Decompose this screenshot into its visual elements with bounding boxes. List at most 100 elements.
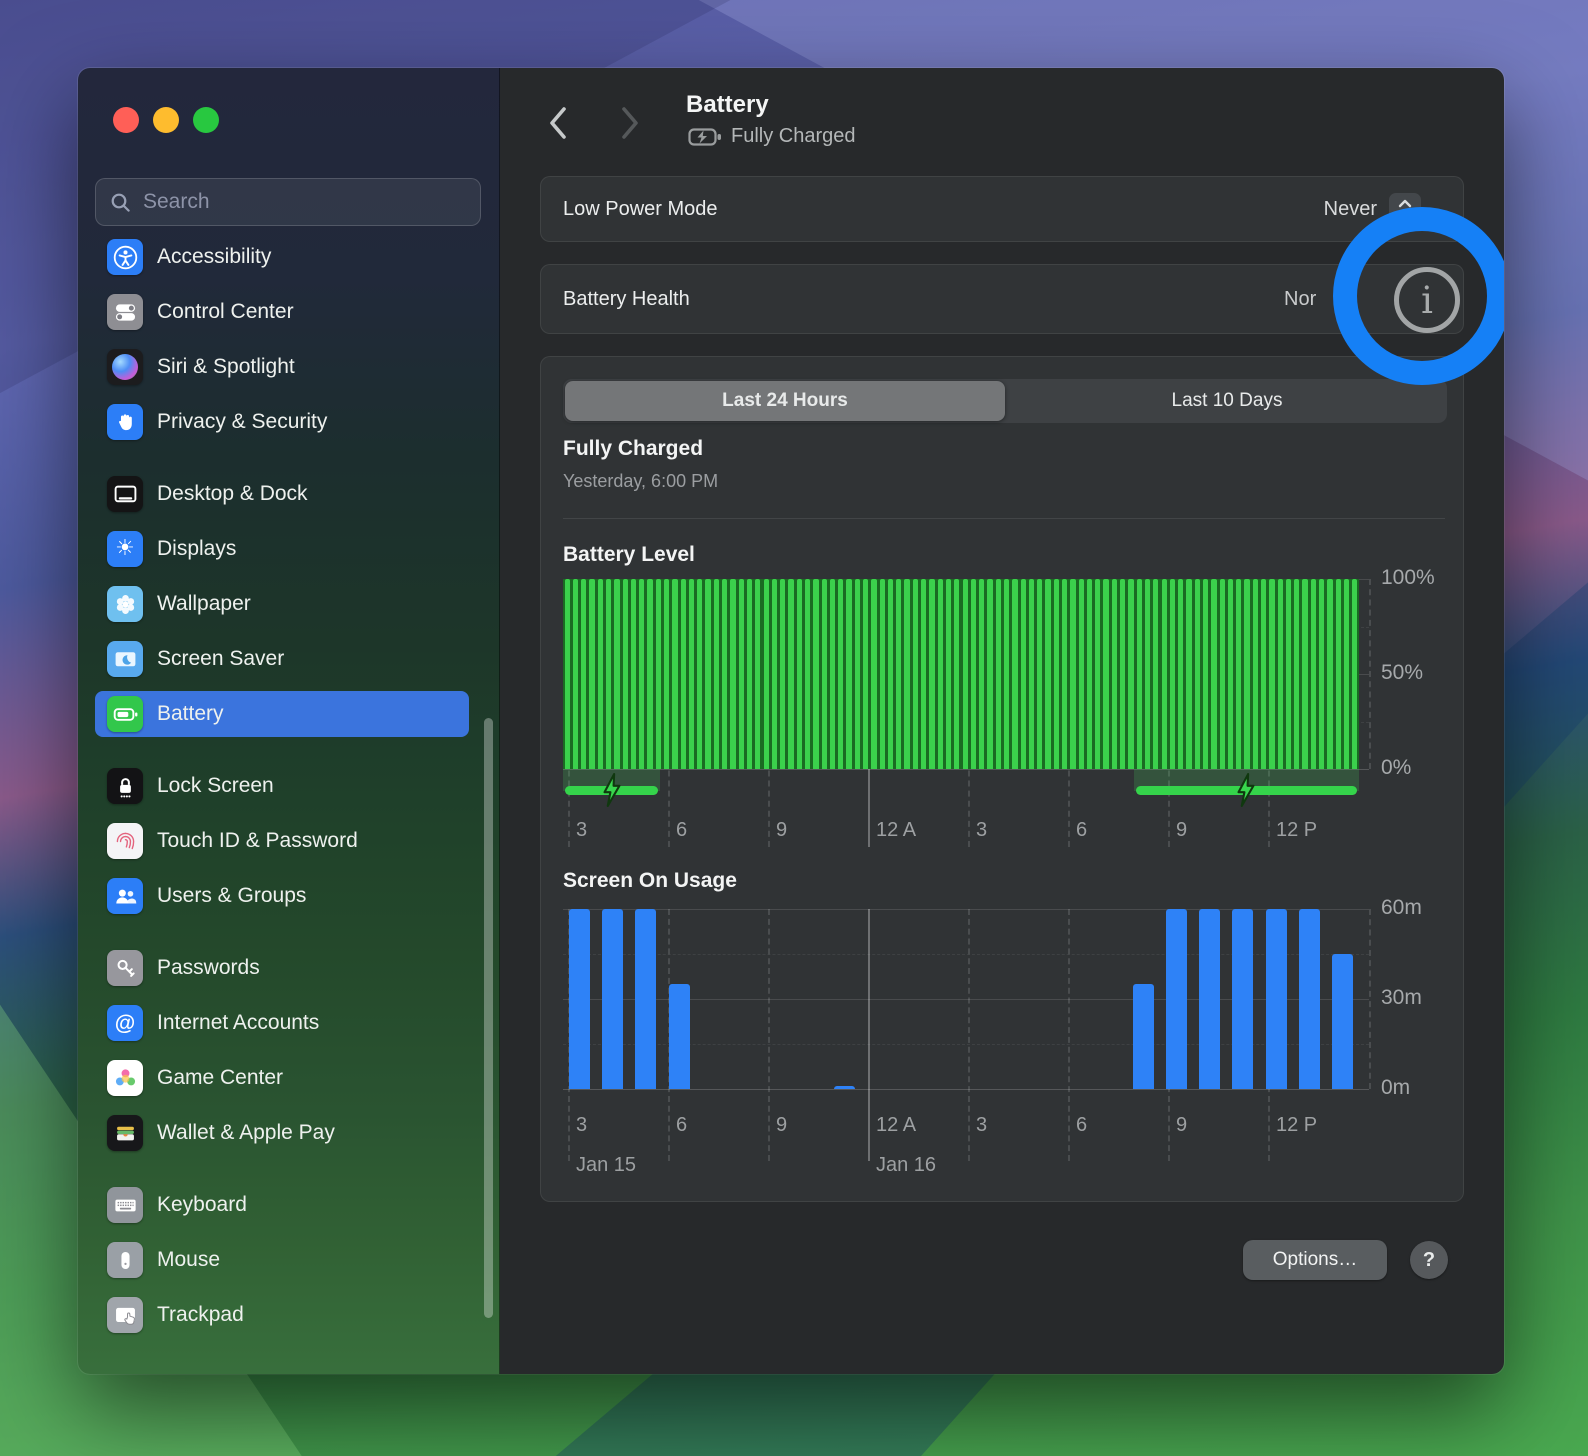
search-icon (110, 192, 131, 213)
chart-bar (880, 579, 885, 769)
chart-bar (1236, 579, 1241, 769)
chart-bar (772, 579, 777, 769)
chart-bar (822, 579, 827, 769)
sidebar-item-privacy-security[interactable]: Privacy & Security (95, 399, 469, 445)
chart-bar (921, 579, 926, 769)
chart-bar (664, 579, 669, 769)
sidebar-item-label: Passwords (157, 956, 260, 980)
sidebar-item-label: Screen Saver (157, 647, 284, 671)
sidebar-scrollbar[interactable] (484, 718, 493, 1318)
chart-bar (1087, 579, 1092, 769)
battery-health-info-icon[interactable]: i (1394, 267, 1460, 333)
chart-bar (946, 579, 951, 769)
chart-bar (1054, 579, 1059, 769)
chart-bar (830, 579, 835, 769)
sidebar-item-internet-accounts[interactable]: @Internet Accounts (95, 1000, 469, 1046)
options-button[interactable]: Options… (1243, 1240, 1387, 1280)
sidebar-item-game-center[interactable]: Game Center (95, 1055, 469, 1101)
chart-bar (1278, 579, 1283, 769)
x-axis-tick-label: 9 (1176, 1114, 1187, 1137)
sidebar-item-battery[interactable]: Battery (95, 691, 469, 737)
search-field[interactable] (95, 178, 481, 226)
trackpad-icon (107, 1297, 143, 1333)
sidebar-item-label: Privacy & Security (157, 410, 327, 434)
sidebar-item-desktop-dock[interactable]: Desktop & Dock (95, 471, 469, 517)
chart-bar (764, 579, 769, 769)
y-axis-tick-label: 100% (1381, 566, 1435, 590)
sidebar-item-siri-spotlight[interactable]: Siri & Spotlight (95, 344, 469, 390)
sidebar-item-label: Accessibility (157, 245, 271, 269)
sidebar-item-label: Desktop & Dock (157, 482, 308, 506)
chart-bar (631, 579, 636, 769)
chart-bar (788, 579, 793, 769)
sidebar-item-screen-saver[interactable]: Screen Saver (95, 636, 469, 682)
back-button[interactable] (541, 105, 575, 141)
chart-bar (1232, 909, 1253, 1089)
chart-bar (569, 909, 590, 1089)
battery-level-chart-title: Battery Level (563, 543, 695, 567)
sidebar-item-touch-id-password[interactable]: Touch ID & Password (95, 818, 469, 864)
sidebar-item-label: Displays (157, 537, 236, 561)
time-range-segmented-control: Last 24 HoursLast 10 Days (563, 379, 1447, 423)
sidebar-item-mouse[interactable]: Mouse (95, 1237, 469, 1283)
forward-button[interactable] (613, 105, 647, 141)
sidebar-nav: Accessibility Control Center Siri & Spotli… (95, 234, 469, 1364)
sidebar-item-control-center[interactable]: Control Center (95, 289, 469, 335)
x-axis-tick-label: 9 (1176, 819, 1187, 842)
control-center-icon (107, 294, 143, 330)
chart-bar (834, 1086, 855, 1089)
chart-bar (1112, 579, 1117, 769)
chart-bar (971, 579, 976, 769)
low-power-mode-value: Never (1324, 198, 1377, 221)
chart-bar (1062, 579, 1067, 769)
sidebar-item-label: Control Center (157, 300, 294, 324)
sidebar-item-lock-screen[interactable]: Lock Screen (95, 763, 469, 809)
chart-bar (846, 579, 851, 769)
chart-bar (635, 909, 656, 1089)
sidebar-item-displays[interactable]: ☀ Displays (95, 526, 469, 572)
at-sign-icon: @ (107, 1005, 143, 1041)
y-axis-tick-label: 60m (1381, 896, 1422, 920)
sidebar-item-keyboard[interactable]: Keyboard (95, 1182, 469, 1228)
chart-bar (589, 579, 594, 769)
chart-bar (1162, 579, 1167, 769)
chart-bar (979, 579, 984, 769)
chart-bar (1133, 984, 1154, 1089)
chart-bar (838, 579, 843, 769)
x-axis-tick-label: 9 (776, 819, 787, 842)
close-window-button[interactable] (113, 107, 139, 133)
charging-bolt-icon (601, 773, 623, 807)
tab-last-24-hours[interactable]: Last 24 Hours (565, 381, 1005, 421)
search-input[interactable] (141, 189, 445, 215)
minimize-window-button[interactable] (153, 107, 179, 133)
sidebar-item-accessibility[interactable]: Accessibility (95, 234, 469, 280)
chart-bars (563, 909, 1359, 1089)
chart-bar (730, 579, 735, 769)
low-power-mode-popup-button[interactable] (1389, 193, 1421, 227)
chart-bar (1261, 579, 1266, 769)
zoom-window-button[interactable] (193, 107, 219, 133)
tab-last-10-days[interactable]: Last 10 Days (1007, 379, 1447, 423)
sidebar-item-wallet-apple-pay[interactable]: Wallet & Apple Pay (95, 1110, 469, 1156)
battery-health-card: Battery Health Nor (540, 264, 1464, 334)
sidebar-item-passwords[interactable]: Passwords (95, 945, 469, 991)
x-axis-tick-label: 9 (776, 1114, 787, 1137)
chart-bar (1045, 579, 1050, 769)
keyboard-icon (107, 1187, 143, 1223)
displays-sun-icon: ☀ (107, 531, 143, 567)
wallpaper-flower-icon (107, 586, 143, 622)
chart-bar (722, 579, 727, 769)
sidebar-item-wallpaper[interactable]: Wallpaper (95, 581, 469, 627)
chart-bar (689, 579, 694, 769)
chart-bar (963, 579, 968, 769)
sidebar-item-trackpad[interactable]: Trackpad (95, 1292, 469, 1338)
help-button[interactable]: ? (1410, 1241, 1448, 1279)
plot-right-boundary (1369, 909, 1371, 1089)
screen-on-usage-chart-title: Screen On Usage (563, 869, 737, 893)
chart-bar (1186, 579, 1191, 769)
chart-bar (1352, 579, 1357, 769)
sidebar-item-users-groups[interactable]: Users & Groups (95, 873, 469, 919)
chart-bar (1095, 579, 1100, 769)
chart-bar (697, 579, 702, 769)
chart-bar (747, 579, 752, 769)
